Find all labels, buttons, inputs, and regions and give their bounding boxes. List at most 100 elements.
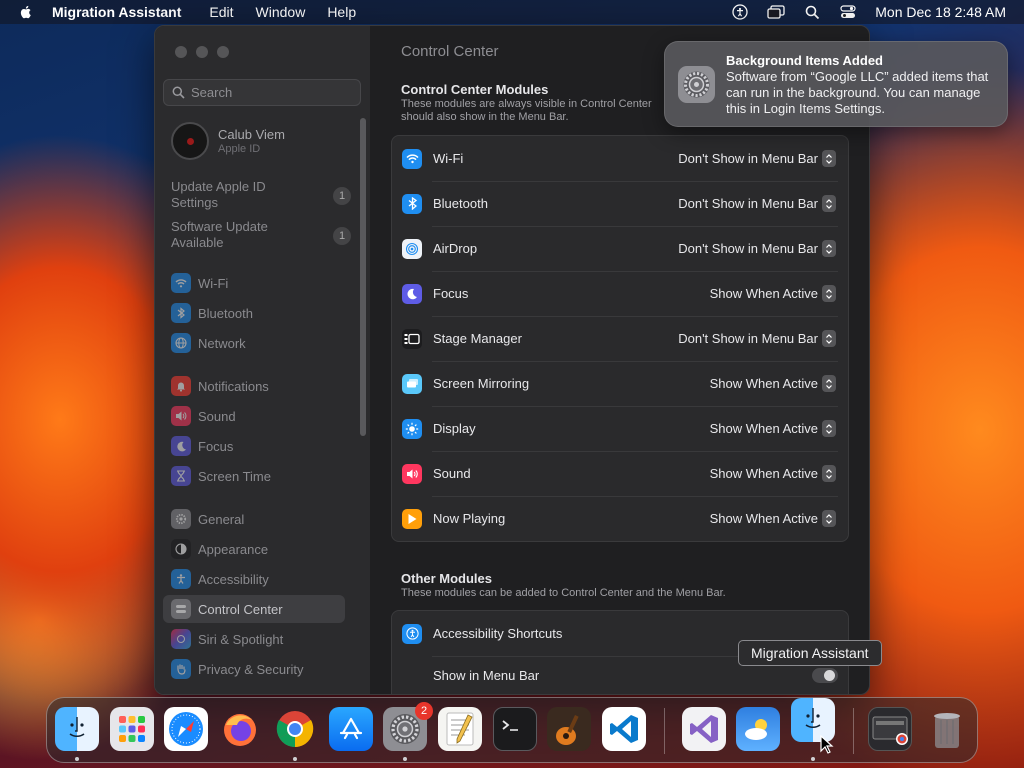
menu-bar-clock[interactable]: Mon Dec 18 2:48 AM — [875, 4, 1006, 20]
sidebar-item-siri-spotlight[interactable]: Siri & Spotlight — [163, 625, 345, 653]
module-row-wifi[interactable]: Wi-Fi Don't Show in Menu Bar — [392, 136, 848, 181]
show-in-menu-bar-label: Show in Menu Bar — [433, 667, 540, 683]
accessibility-icon — [171, 569, 191, 589]
search-field[interactable]: Search — [163, 79, 361, 106]
apple-menu-icon[interactable] — [18, 4, 34, 20]
accessibility-menu-icon[interactable] — [731, 4, 749, 20]
sidebar-item-privacy-security[interactable]: Privacy & Security — [163, 655, 345, 683]
app-store-icon[interactable] — [329, 707, 373, 751]
mouse-cursor-icon — [820, 735, 834, 754]
menu-bar: Migration Assistant Edit Window Help Mon… — [0, 0, 1024, 24]
chevron-up-down-icon[interactable] — [822, 240, 836, 257]
chevron-up-down-icon[interactable] — [822, 195, 836, 212]
apple-id-profile[interactable]: Calub Viem Apple ID — [171, 122, 285, 160]
sidebar-item-label: Network — [198, 335, 246, 351]
notice-count-badge: 1 — [333, 227, 351, 245]
chevron-up-down-icon[interactable] — [822, 510, 836, 527]
module-row-display[interactable]: Display Show When Active — [392, 406, 848, 451]
firefox-icon[interactable] — [218, 707, 262, 751]
sidebar-item-accessibility[interactable]: Accessibility — [163, 565, 345, 593]
other-modules-title: Other Modules — [401, 571, 493, 586]
chrome-running-indicator — [293, 757, 297, 761]
sidebar-item-notifications[interactable]: Notifications — [163, 372, 345, 400]
module-menu-bar-select[interactable]: Show When Active — [710, 286, 818, 301]
module-row-bluetooth[interactable]: Bluetooth Don't Show in Menu Bar — [392, 181, 848, 226]
chrome-icon[interactable] — [273, 707, 317, 751]
module-menu-bar-select[interactable]: Show When Active — [710, 511, 818, 526]
menu-edit[interactable]: Edit — [209, 4, 233, 20]
close-button[interactable] — [175, 46, 187, 58]
minimize-button[interactable] — [196, 46, 208, 58]
module-menu-bar-select[interactable]: Don't Show in Menu Bar — [678, 196, 818, 211]
system-settings-badge: 2 — [415, 702, 433, 720]
sidebar-item-label: Notifications — [198, 378, 269, 394]
module-row-focus[interactable]: Focus Show When Active — [392, 271, 848, 316]
other-modules-desc: These modules can be added to Control Ce… — [401, 587, 726, 599]
sidebar-item-general[interactable]: General — [163, 505, 345, 533]
sidebar-item-screen-time[interactable]: Screen Time — [163, 462, 345, 490]
module-row-stage-manager[interactable]: Stage Manager Don't Show in Menu Bar — [392, 316, 848, 361]
accessibility-icon — [402, 623, 422, 644]
vscode-icon[interactable] — [602, 707, 646, 751]
menu-window[interactable]: Window — [256, 4, 306, 20]
show-in-menu-bar-toggle[interactable] — [812, 667, 838, 683]
control-center-menu-icon[interactable] — [839, 4, 857, 20]
menu-help[interactable]: Help — [327, 4, 356, 20]
chevron-up-down-icon[interactable] — [822, 285, 836, 302]
sidebar-notice-apple-id[interactable]: Update Apple ID Settings 1 — [171, 179, 351, 211]
sidebar-notice-software-update[interactable]: Software Update Available 1 — [171, 219, 351, 251]
play-icon — [402, 508, 422, 529]
module-label: Sound — [433, 466, 471, 481]
chevron-up-down-icon[interactable] — [822, 465, 836, 482]
downloads-stack-icon[interactable] — [868, 707, 912, 751]
trash-icon[interactable] — [925, 707, 969, 751]
module-label: Accessibility Shortcuts — [433, 626, 563, 641]
notification-banner[interactable]: Background Items Added Software from “Go… — [664, 41, 1008, 127]
dock-separator — [853, 708, 854, 754]
notice-label: Update Apple ID Settings — [171, 179, 266, 210]
module-menu-bar-select[interactable]: Show When Active — [710, 466, 818, 481]
spotlight-search-icon[interactable] — [803, 4, 821, 20]
module-menu-bar-select[interactable]: Show When Active — [710, 376, 818, 391]
module-row-airdrop[interactable]: AirDrop Don't Show in Menu Bar — [392, 226, 848, 271]
sidebar-item-wifi[interactable]: Wi-Fi — [163, 269, 345, 297]
sidebar-item-appearance[interactable]: Appearance — [163, 535, 345, 563]
module-row-now-playing[interactable]: Now Playing Show When Active — [392, 496, 848, 541]
sidebar-item-sound[interactable]: Sound — [163, 402, 345, 430]
garageband-icon[interactable] — [547, 707, 591, 751]
sidebar-item-focus[interactable]: Focus — [163, 432, 345, 460]
module-menu-bar-select[interactable]: Show When Active — [710, 421, 818, 436]
sidebar-item-control-center[interactable]: Control Center — [163, 595, 345, 623]
sidebar-item-label: Bluetooth — [198, 305, 253, 321]
module-menu-bar-select[interactable]: Don't Show in Menu Bar — [678, 241, 818, 256]
module-label: AirDrop — [433, 241, 478, 256]
globe-icon — [171, 333, 191, 353]
dock-separator — [664, 708, 665, 754]
system-settings-gear-icon — [678, 66, 715, 103]
profile-subtitle: Apple ID — [218, 143, 261, 155]
sidebar-item-network[interactable]: Network — [163, 329, 345, 357]
chevron-up-down-icon[interactable] — [822, 150, 836, 167]
terminal-icon[interactable] — [493, 707, 537, 751]
sidebar-item-bluetooth[interactable]: Bluetooth — [163, 299, 345, 327]
finder-icon[interactable] — [55, 707, 99, 751]
airdrop-icon — [402, 238, 422, 259]
textedit-icon[interactable] — [438, 707, 482, 751]
module-label: Stage Manager — [433, 331, 522, 346]
hourglass-icon — [171, 466, 191, 486]
screen-mirroring-menu-icon[interactable] — [767, 4, 785, 20]
weather-icon[interactable] — [736, 707, 780, 751]
module-menu-bar-select[interactable]: Don't Show in Menu Bar — [678, 151, 818, 166]
sidebar-scrollbar[interactable] — [360, 118, 366, 436]
chevron-up-down-icon[interactable] — [822, 375, 836, 392]
module-row-sound[interactable]: Sound Show When Active — [392, 451, 848, 496]
launchpad-icon[interactable] — [110, 707, 154, 751]
visual-studio-icon[interactable] — [682, 707, 726, 751]
safari-icon[interactable] — [164, 707, 208, 751]
chevron-up-down-icon[interactable] — [822, 420, 836, 437]
module-menu-bar-select[interactable]: Don't Show in Menu Bar — [678, 331, 818, 346]
menu-app-name[interactable]: Migration Assistant — [52, 4, 181, 20]
zoom-button[interactable] — [217, 46, 229, 58]
module-row-screen-mirroring[interactable]: Screen Mirroring Show When Active — [392, 361, 848, 406]
chevron-up-down-icon[interactable] — [822, 330, 836, 347]
